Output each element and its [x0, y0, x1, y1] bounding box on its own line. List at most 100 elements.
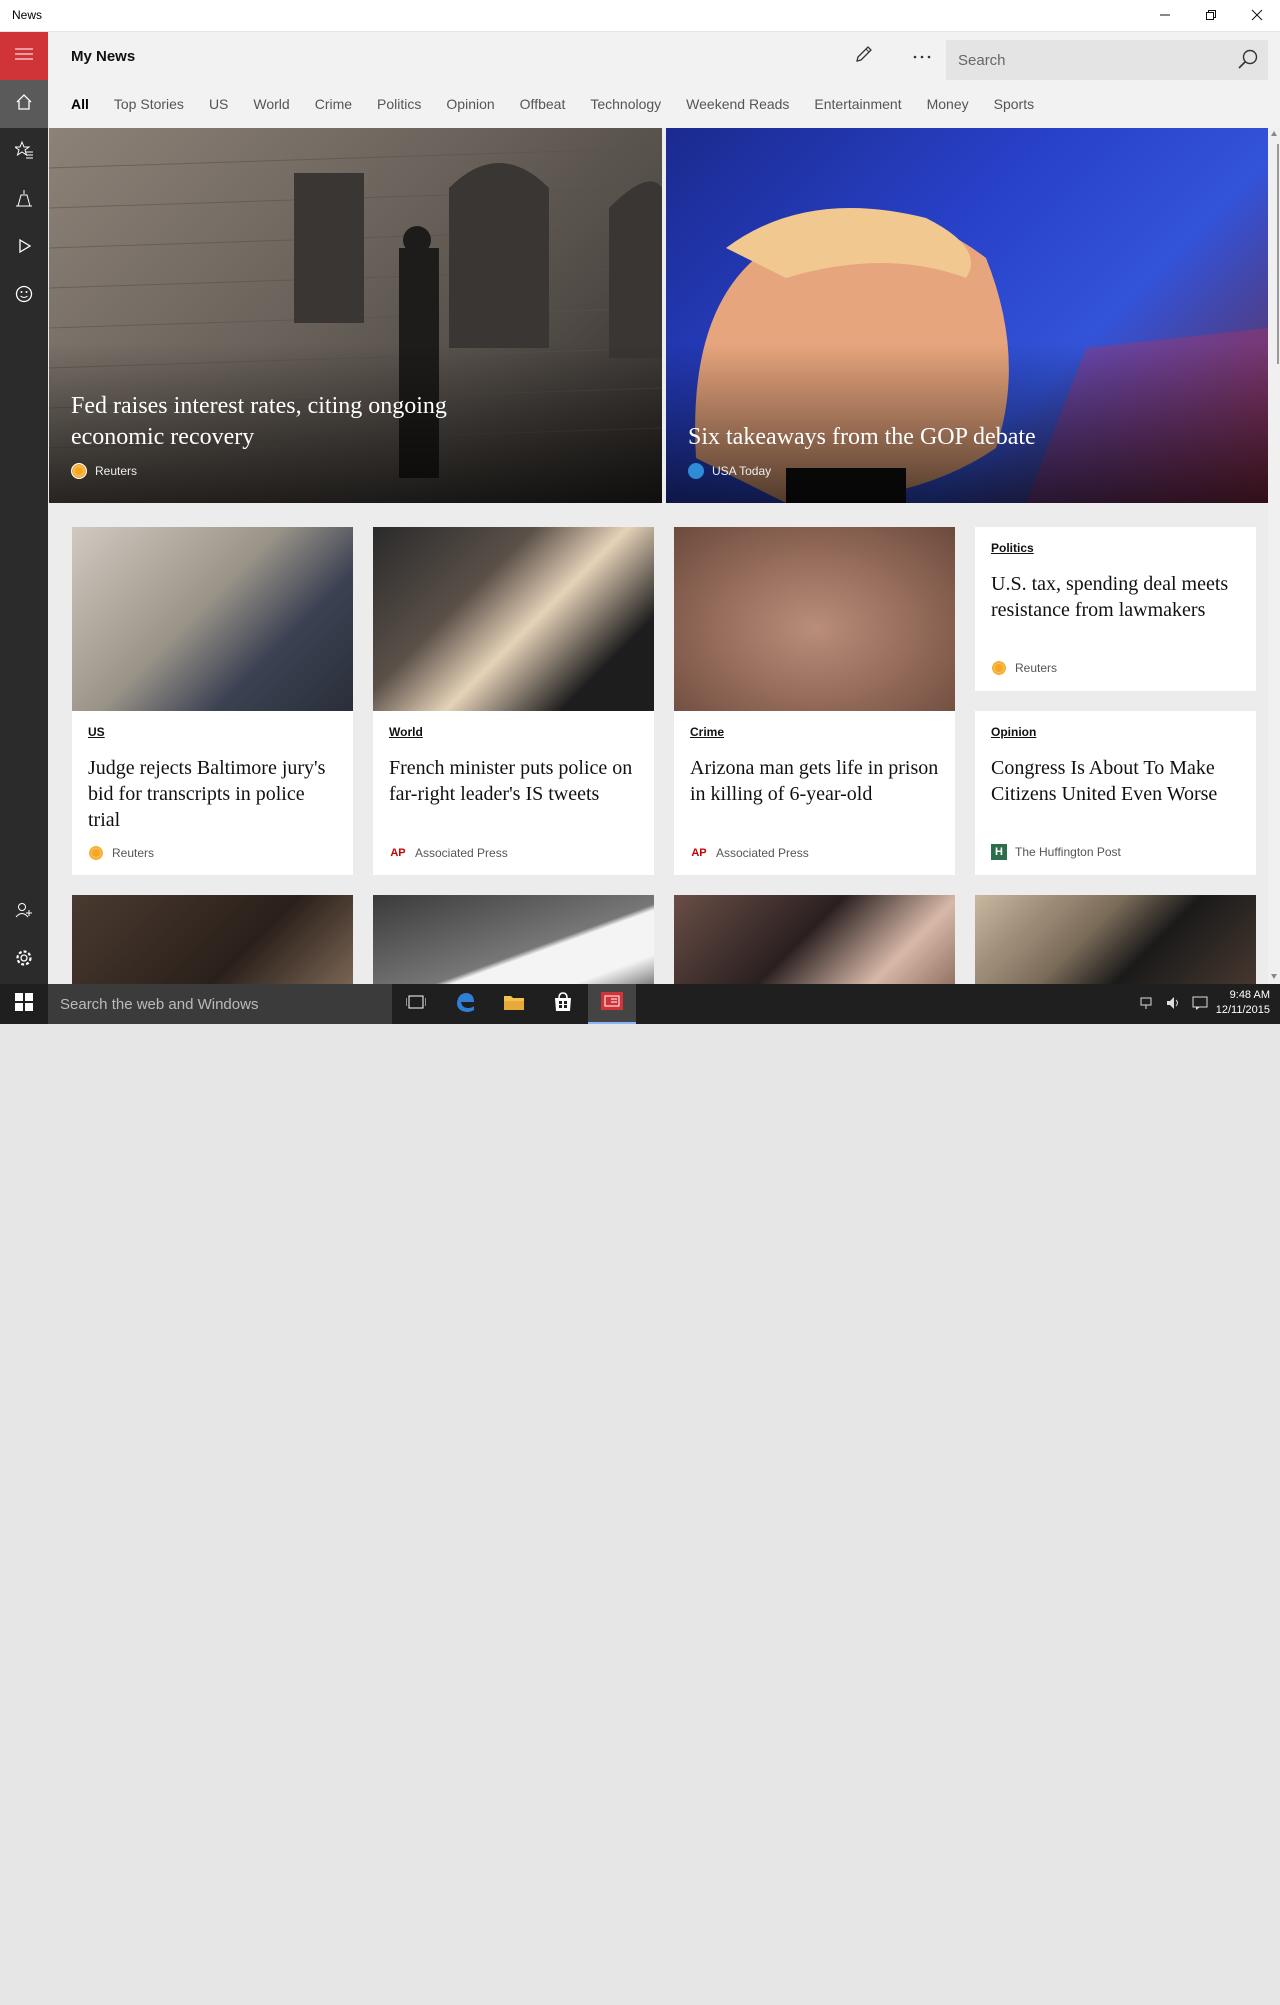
story-source-name: Associated Press: [716, 846, 809, 860]
story-image: [674, 895, 955, 984]
story-category[interactable]: Politics: [991, 541, 1034, 555]
tab-offbeat[interactable]: Offbeat: [520, 96, 566, 116]
story-category[interactable]: World: [389, 725, 423, 739]
minimize-icon: [1159, 8, 1171, 24]
nav-rail: [0, 32, 48, 984]
scrollbar[interactable]: [1268, 128, 1280, 984]
volume-icon[interactable]: [1166, 996, 1182, 1013]
add-person-icon: [15, 901, 33, 924]
story-card[interactable]: [674, 895, 955, 984]
ap-icon: AP: [390, 847, 406, 859]
clock[interactable]: 9:48 AM 12/11/2015: [1216, 988, 1270, 1018]
hero-story[interactable]: Six takeaways from the GOP debate USA To…: [666, 128, 1268, 503]
story-category[interactable]: Crime: [690, 725, 724, 739]
more-icon: [912, 47, 932, 65]
nav-account[interactable]: [0, 888, 48, 936]
story-card[interactable]: [373, 895, 654, 984]
clock-date: 12/11/2015: [1215, 1004, 1270, 1016]
tab-top-stories[interactable]: Top Stories: [114, 96, 184, 116]
home-icon: [15, 93, 33, 116]
story-source: Reuters: [88, 845, 154, 861]
story-card[interactable]: Crime Arizona man gets life in prison in…: [674, 527, 955, 875]
story-category[interactable]: Opinion: [991, 725, 1036, 739]
notifications-icon[interactable]: [1192, 996, 1208, 1013]
windows-logo-icon: [15, 992, 33, 1016]
nav-videos[interactable]: [0, 224, 48, 272]
hero-source-name: USA Today: [712, 464, 772, 478]
story-card[interactable]: Opinion Congress Is About To Make Citize…: [975, 711, 1256, 875]
news-app-button[interactable]: [588, 984, 636, 1024]
story-card[interactable]: US Judge rejects Baltimore jury's bid fo…: [72, 527, 353, 875]
hero-headline[interactable]: Six takeaways from the GOP debate: [688, 422, 1036, 453]
hero-story[interactable]: Fed raises interest rates, citing ongoin…: [49, 128, 662, 503]
story-headline[interactable]: French minister puts police on far-right…: [389, 755, 640, 807]
close-icon: [1251, 8, 1263, 24]
tab-world[interactable]: World: [253, 96, 289, 116]
tab-money[interactable]: Money: [927, 96, 969, 116]
story-source-name: The Huffington Post: [1015, 845, 1121, 859]
huffington-post-icon: H: [991, 844, 1007, 860]
tab-technology[interactable]: Technology: [590, 96, 661, 116]
story-image: [674, 527, 955, 711]
taskbar-search[interactable]: Search the web and Windows: [48, 984, 392, 1024]
store-icon: [553, 991, 573, 1017]
scrollbar-track: [1271, 131, 1279, 979]
book-icon: [1030, 1964, 1080, 2005]
network-icon[interactable]: [1140, 996, 1156, 1013]
task-view-icon: [405, 994, 427, 1015]
close-button[interactable]: [1234, 0, 1280, 32]
news-app-icon: [601, 991, 623, 1015]
search-box[interactable]: Search: [946, 40, 1268, 80]
news-feed: Fed raises interest rates, citing ongoin…: [48, 128, 1280, 984]
taskbar-search-input[interactable]: Search the web and Windows: [60, 996, 258, 1013]
more-button[interactable]: [906, 44, 938, 68]
hero-source: USA Today: [688, 463, 771, 479]
hamburger-button[interactable]: [0, 32, 48, 80]
minimize-button[interactable]: [1142, 0, 1188, 32]
start-button[interactable]: [0, 984, 48, 1024]
story-source-name: Reuters: [1015, 661, 1058, 675]
page-title: My News: [71, 48, 136, 65]
tab-entertainment[interactable]: Entertainment: [814, 96, 901, 116]
story-card[interactable]: [975, 895, 1256, 984]
file-explorer-button[interactable]: [490, 984, 538, 1024]
tab-weekend-reads[interactable]: Weekend Reads: [686, 96, 789, 116]
ap-icon: AP: [691, 847, 707, 859]
story-headline[interactable]: U.S. tax, spending deal meets resistance…: [991, 571, 1242, 623]
story-card[interactable]: World French minister puts police on far…: [373, 527, 654, 875]
story-source-name: Associated Press: [415, 846, 508, 860]
story-card[interactable]: [72, 895, 353, 984]
story-headline[interactable]: Congress Is About To Make Citizens Unite…: [991, 755, 1242, 807]
search-input[interactable]: Search: [958, 52, 1006, 69]
hero-source: Reuters: [71, 463, 137, 479]
task-view-button[interactable]: [392, 984, 440, 1024]
story-category[interactable]: US: [88, 725, 105, 739]
nav-feedback[interactable]: [0, 272, 48, 320]
nav-local[interactable]: [0, 176, 48, 224]
hero-headline[interactable]: Fed raises interest rates, citing ongoin…: [71, 391, 531, 453]
edge-button[interactable]: [441, 984, 489, 1024]
story-card[interactable]: Politics U.S. tax, spending deal meets r…: [975, 527, 1256, 691]
restore-button[interactable]: [1188, 0, 1234, 32]
edit-button[interactable]: [848, 44, 880, 68]
story-source: H The Huffington Post: [991, 844, 1121, 860]
category-tabs: All Top Stories US World Crime Politics …: [71, 96, 1059, 116]
reuters-icon: [71, 463, 87, 479]
tab-sports[interactable]: Sports: [994, 96, 1034, 116]
nav-my-news[interactable]: [0, 80, 48, 128]
file-explorer-icon: [503, 993, 525, 1016]
tab-all[interactable]: All: [71, 96, 89, 116]
nav-interests[interactable]: [0, 128, 48, 176]
story-headline[interactable]: Arizona man gets life in prison in killi…: [690, 755, 941, 807]
store-button[interactable]: [539, 984, 587, 1024]
tab-opinion[interactable]: Opinion: [446, 96, 494, 116]
tab-us[interactable]: US: [209, 96, 228, 116]
landmark-icon: [15, 189, 33, 212]
usa-today-icon: [688, 463, 704, 479]
tab-politics[interactable]: Politics: [377, 96, 421, 116]
story-headline[interactable]: Judge rejects Baltimore jury's bid for t…: [88, 755, 339, 833]
nav-settings[interactable]: [0, 936, 48, 984]
tab-crime[interactable]: Crime: [315, 96, 352, 116]
star-list-icon: [13, 140, 33, 164]
search-icon[interactable]: [1236, 48, 1260, 72]
